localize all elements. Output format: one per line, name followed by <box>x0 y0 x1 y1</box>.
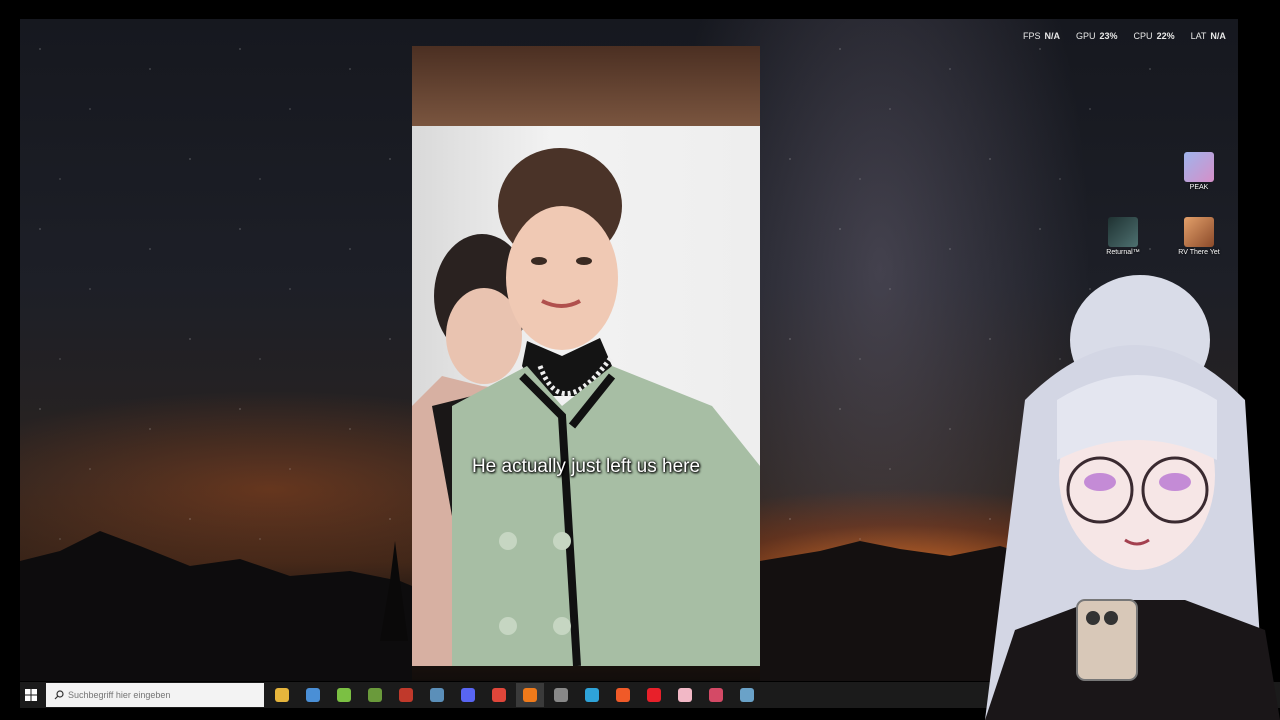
firefox-icon <box>523 688 537 702</box>
fps-readout: FPS N/A <box>1023 31 1061 41</box>
edge-icon <box>585 688 599 702</box>
rv-there-yet-game-icon <box>1184 217 1214 247</box>
discord-icon <box>461 688 475 702</box>
taskbar-app-button[interactable] <box>423 683 451 707</box>
desktop-shortcut-peak[interactable]: PEAK <box>1167 152 1231 191</box>
microsoft-store-icon <box>306 688 320 702</box>
taskbar-app-button[interactable] <box>268 683 296 707</box>
taskbar-app-button[interactable] <box>671 683 699 707</box>
taskbar-app-button[interactable] <box>547 683 575 707</box>
video-subtitle: He actually just left us here <box>471 456 701 477</box>
paint-app-icon <box>678 688 692 702</box>
taskbar-app-button[interactable] <box>578 683 606 707</box>
windows-logo-icon <box>25 689 37 701</box>
search-icon <box>50 690 68 700</box>
desktop-shortcut-label: PEAK <box>1189 184 1209 191</box>
android-app-icon <box>337 688 351 702</box>
taskbar-app-button[interactable] <box>330 683 358 707</box>
chrome-icon <box>492 688 506 702</box>
taskbar-app-button[interactable] <box>733 683 761 707</box>
start-button[interactable] <box>20 682 42 708</box>
taskbar-app-button[interactable] <box>299 683 327 707</box>
vtuber-avatar <box>985 275 1280 720</box>
latency-readout: LAT N/A <box>1190 31 1226 41</box>
gpu-readout: GPU 23% <box>1076 31 1118 41</box>
taskbar-app-button[interactable] <box>485 683 513 707</box>
steam-icon <box>430 688 444 702</box>
cpu-readout: CPU 22% <box>1133 31 1175 41</box>
search-input[interactable] <box>68 690 248 700</box>
video-player[interactable]: He actually just left us here <box>412 46 760 666</box>
brave-icon <box>616 688 630 702</box>
minecraft-icon <box>368 688 382 702</box>
vtuber-app-icon <box>399 688 413 702</box>
taskbar-app-button[interactable] <box>392 683 420 707</box>
controller-app-icon <box>709 688 723 702</box>
opera-icon <box>647 688 661 702</box>
obs-icon <box>554 688 568 702</box>
taskbar-app-button[interactable] <box>702 683 730 707</box>
taskbar-app-button[interactable] <box>516 683 544 707</box>
performance-overlay: FPS N/A GPU 23% CPU 22% LAT N/A <box>1023 31 1226 41</box>
returnal-game-icon <box>1108 217 1138 247</box>
steam-secondary-icon <box>740 688 754 702</box>
taskbar-app-button[interactable] <box>361 683 389 707</box>
taskbar-app-button[interactable] <box>609 683 637 707</box>
video-scene <box>412 148 760 666</box>
taskbar-app-button[interactable] <box>454 683 482 707</box>
file-explorer-icon <box>275 688 289 702</box>
peak-game-icon <box>1184 152 1214 182</box>
taskbar-search-box[interactable] <box>46 683 264 707</box>
taskbar-app-button[interactable] <box>640 683 668 707</box>
